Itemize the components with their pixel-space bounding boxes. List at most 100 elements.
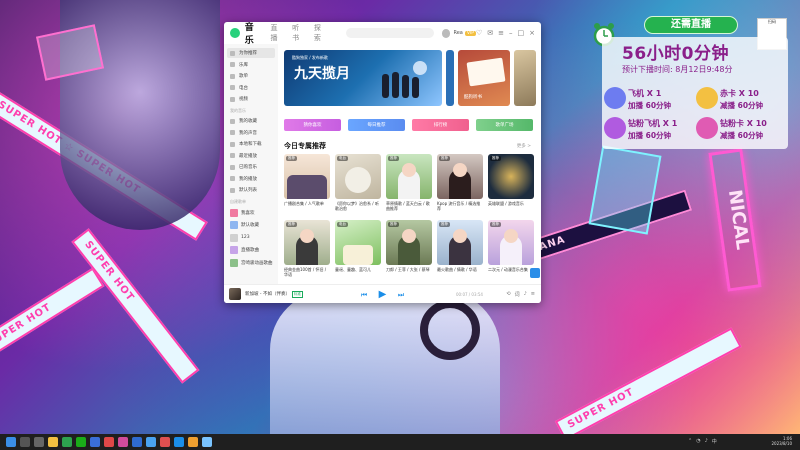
user-name[interactable]: Rea (453, 30, 462, 36)
sidebar-item-video[interactable]: 视频 (227, 94, 275, 104)
next-icon[interactable]: ⏭ (397, 291, 405, 299)
recommend-icon (230, 50, 235, 56)
playlist-card[interactable]: 推荐 草原情歌 / 蓝天白云 / 歌曲推荐 (386, 154, 432, 211)
wechat-icon[interactable] (76, 437, 86, 447)
sidebar-item-local[interactable]: 本地和下载 (227, 139, 275, 149)
sidebar-item-library[interactable]: 乐库 (227, 60, 275, 70)
avatar[interactable] (441, 28, 451, 38)
file-explorer-icon[interactable] (48, 437, 58, 447)
network-icon[interactable]: ◔ (696, 438, 700, 445)
cover-art (287, 175, 327, 199)
card-caption: 二次元 / 动漫音乐合集 (488, 267, 528, 272)
wallpaper-band: SUPER HOT (0, 267, 105, 361)
clock-icon (230, 153, 235, 158)
playlist-card[interactable]: 推荐 经典金曲100首 / 怀旧 / 华语 (284, 220, 330, 277)
section-more-link[interactable]: 更多 > (517, 143, 531, 149)
app-icon[interactable] (202, 437, 212, 447)
playback-time: 00:07 / 03:54 (456, 292, 483, 297)
sidebar-item-recommend[interactable]: 为你推荐 (227, 48, 275, 58)
steam-icon[interactable] (132, 437, 142, 447)
task-view-icon[interactable] (34, 437, 44, 447)
playlist-card[interactable]: 推荐 Kpop 流行音乐 / 精选推荐 (437, 154, 483, 211)
quality-badge[interactable]: 标准 (291, 290, 303, 298)
quick-playlist-square-button[interactable]: 歌单广场 (476, 119, 533, 131)
taskbar: ⌃ ◔ ♪ 中 1:06 2023/8/10 (0, 434, 800, 450)
promo-banner[interactable]: 酷狗独家 / 发布新歌 九天揽月 (284, 50, 442, 106)
message-icon[interactable]: ✉ (487, 29, 493, 37)
sidebar-playlist[interactable]: 默认收藏 (227, 220, 275, 231)
playlist-thumb (230, 221, 238, 229)
sidebar-playlist[interactable]: 直播歌曲 (227, 245, 275, 256)
app-icon[interactable] (104, 437, 114, 447)
volume-icon[interactable]: ♪ (524, 291, 527, 298)
sidebar-item-recent[interactable]: 最近播放 (227, 151, 275, 161)
gift-name: 飞机 X 1 (628, 89, 662, 98)
library-icon (230, 62, 235, 67)
clock[interactable]: 1:06 2023/8/10 (771, 436, 792, 446)
queue-icon[interactable]: ≡ (531, 291, 535, 298)
playlist-card[interactable]: 电台 《愿你以梦》治愈系 / 听歌治愈 (335, 154, 381, 211)
app-icon[interactable] (118, 437, 128, 447)
minimize-icon[interactable]: – (509, 29, 513, 37)
vip-badge[interactable]: VIP (464, 30, 476, 36)
sidebar-item-radio[interactable]: 电台 (227, 83, 275, 93)
quick-guess-button[interactable]: 猜你喜欢 (284, 119, 341, 131)
tab-live[interactable]: 直播 (270, 23, 284, 43)
sidebar-item-favorites[interactable]: 我的收藏 (227, 116, 275, 126)
sidebar-item-label: 直播歌曲 (241, 248, 259, 253)
playlist-thumb (230, 246, 238, 254)
sidebar-playlist[interactable]: 123 (227, 232, 275, 243)
sidebar-playlist[interactable]: 宫崎骏动画歌曲 (227, 257, 275, 268)
tab-explore[interactable]: 探索 (314, 23, 328, 43)
playlist-card[interactable]: 推荐 刀郎 / 王菲 / 大张 / 蔡琴 (386, 220, 432, 277)
sidebar-item-playlists[interactable]: 歌单 (227, 71, 275, 81)
app-icon[interactable] (188, 437, 198, 447)
input-method-icon[interactable]: 中 (712, 438, 717, 445)
kugou-music-icon[interactable] (174, 437, 184, 447)
playlist-card[interactable]: 推荐 最火歌曲 / 情歌 / 华语 (437, 220, 483, 277)
sidebar-item-default-list[interactable]: 默认列表 (227, 185, 275, 195)
banner-pager[interactable] (446, 50, 454, 106)
quick-daily-button[interactable]: 每日推荐 (348, 119, 405, 131)
app-icon[interactable] (90, 437, 100, 447)
play-icon[interactable]: ▶ (377, 289, 388, 300)
skin-icon[interactable]: ♡ (476, 29, 482, 37)
sidebar-item-purchased[interactable]: 已购音乐 (227, 162, 275, 172)
music-app-window[interactable]: 音乐 直播 听书 探索 Rea VIP ♡ ✉ ≡ – □ × 为你推荐 乐库 … (224, 22, 541, 303)
start-icon[interactable] (6, 437, 16, 447)
app-icon[interactable] (146, 437, 156, 447)
playback-controls: ⏮ ▶ ⏭ (360, 289, 405, 300)
sidebar-item-voice[interactable]: 我的声音 (227, 128, 275, 138)
search-input[interactable] (345, 28, 434, 38)
maximize-icon[interactable]: □ (518, 29, 525, 37)
app-icon[interactable] (160, 437, 170, 447)
playlist-card[interactable]: 推荐 英雄联盟 / 游戏音乐 (488, 154, 534, 211)
playlist-card[interactable]: 推荐 广播剧合集 / 人气歌单 (284, 154, 330, 211)
playlist-card[interactable]: 电台 童谣、童趣、蓝可儿 (335, 220, 381, 277)
side-banner[interactable]: 酷狗听书 (458, 50, 510, 106)
sidebar-item-my-play[interactable]: 我的播放 (227, 174, 275, 184)
now-playing-cover[interactable] (229, 288, 241, 300)
volume-icon[interactable]: ♪ (705, 438, 708, 445)
sidebar-playlist[interactable]: 我喜欢 (227, 207, 275, 218)
main-content: 酷狗独家 / 发布新歌 九天揽月 酷狗听书 猜你喜欢 每日推荐 排行榜 歌单广场… (280, 46, 539, 302)
quick-charts-button[interactable]: 排行榜 (412, 119, 469, 131)
search-icon[interactable] (20, 437, 30, 447)
floating-side-button[interactable] (530, 268, 540, 278)
clock-date: 2023/8/10 (771, 441, 792, 446)
now-playing-title[interactable]: 新加坡 - 不如（伴奏） (245, 291, 290, 297)
tab-audiobook[interactable]: 听书 (292, 23, 306, 43)
playlist-card[interactable]: 推荐 二次元 / 动漫音乐合集 (488, 220, 534, 277)
player-tools: ⟲ 词 ♪ ≡ (506, 291, 535, 298)
sidebar-item-label: 乐库 (239, 62, 248, 68)
tab-music[interactable]: 音乐 (245, 22, 263, 46)
banner-image (382, 61, 427, 98)
side-banner-next[interactable] (514, 50, 536, 106)
previous-icon[interactable]: ⏮ (360, 291, 368, 299)
close-icon[interactable]: × (529, 29, 535, 37)
lyrics-icon[interactable]: 词 (515, 291, 520, 298)
app-icon[interactable] (62, 437, 72, 447)
settings-icon[interactable]: ≡ (498, 29, 504, 37)
loop-icon[interactable]: ⟲ (506, 291, 510, 298)
chevron-up-icon[interactable]: ⌃ (688, 438, 692, 445)
